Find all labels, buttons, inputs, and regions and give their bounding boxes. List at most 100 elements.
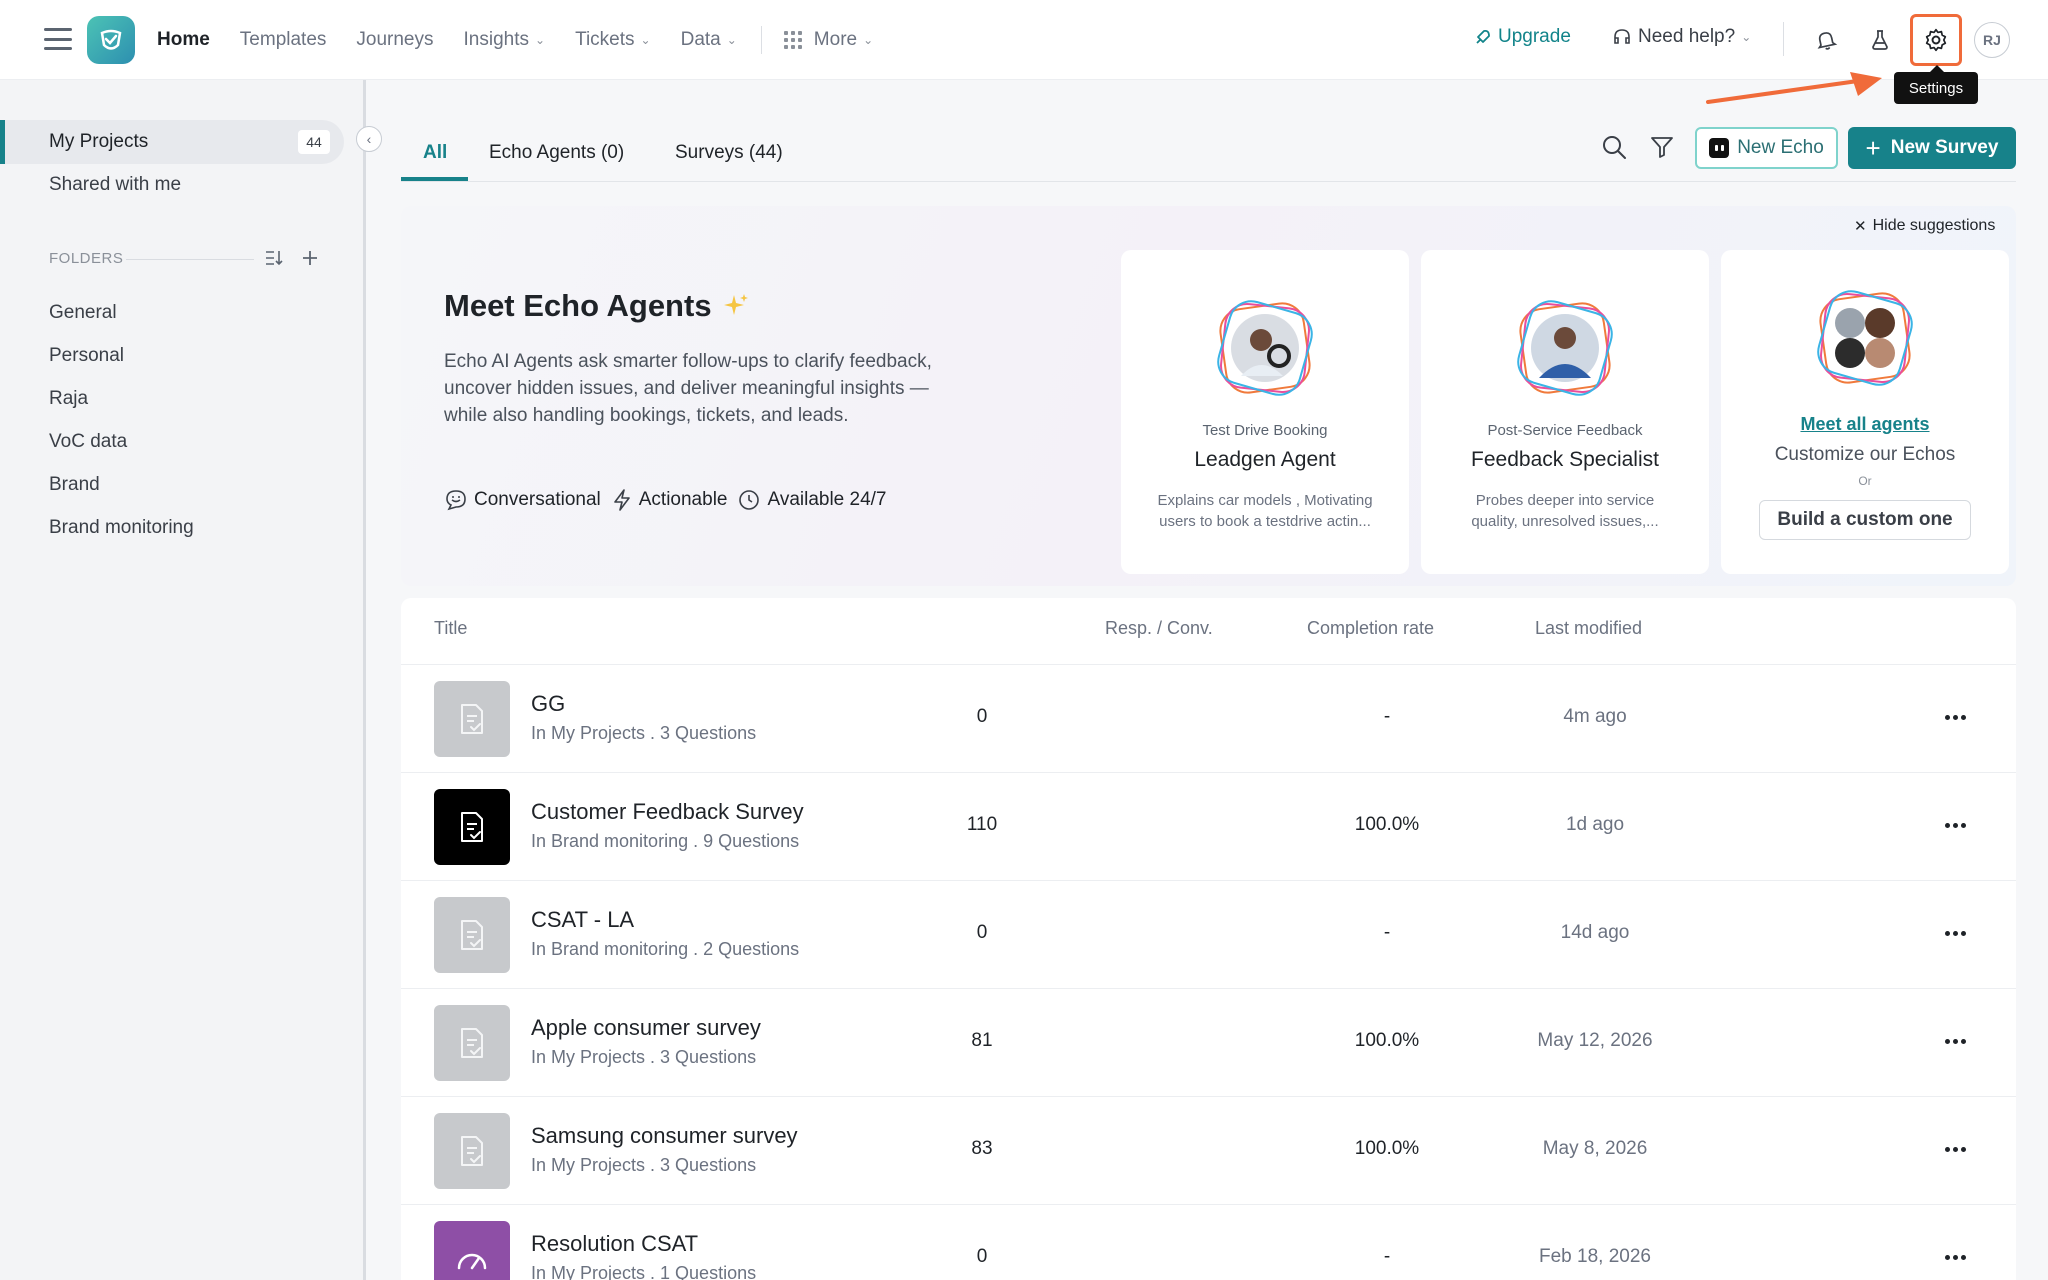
folder-brand-monitoring[interactable]: Brand monitoring	[49, 517, 194, 539]
agents-group-avatar	[1817, 290, 1913, 386]
table-row[interactable]: GG In My Projects . 3 Questions 0 - 4m a…	[401, 664, 2016, 772]
row-completion: 100.0%	[1354, 1138, 1420, 1159]
nav-home-label: Home	[157, 29, 210, 50]
tab-surveys[interactable]: Surveys (44)	[675, 142, 783, 164]
folders-divider	[126, 259, 254, 260]
headset-icon	[1614, 29, 1630, 44]
nav-more[interactable]: More ⌄	[783, 29, 873, 51]
search-icon[interactable]	[1597, 130, 1631, 164]
need-help-label: Need help?	[1638, 26, 1736, 47]
sort-icon[interactable]	[262, 246, 286, 270]
app-logo[interactable]	[87, 16, 135, 64]
build-custom-button[interactable]: Build a custom one	[1759, 500, 1971, 540]
agent-card-feedback[interactable]: Post-Service Feedback Feedback Specialis…	[1421, 250, 1709, 574]
nav-data[interactable]: Data ⌄	[681, 29, 737, 51]
agent-description: Explains car models , Motivating users t…	[1143, 490, 1387, 532]
row-subtitle: In My Projects . 1 Questions	[531, 1263, 757, 1280]
hamburger-menu-icon[interactable]	[44, 28, 72, 50]
agent-subtitle: Post-Service Feedback	[1487, 422, 1643, 439]
more-options-icon[interactable]	[1941, 1029, 1969, 1053]
table-row[interactable]: Customer Feedback Survey In Brand monito…	[401, 772, 2016, 880]
row-last-modified: 14d ago	[1560, 922, 1630, 943]
nav-journeys-label: Journeys	[356, 29, 434, 50]
agent-description-line: quality, unresolved issues,...	[1471, 513, 1659, 530]
meet-all-agents-link[interactable]: Meet all agents	[1721, 414, 2009, 435]
settings-button[interactable]	[1910, 14, 1962, 66]
chat-smile-icon	[446, 490, 466, 511]
column-header-title[interactable]: Title	[434, 618, 467, 639]
row-title[interactable]: Resolution CSAT	[531, 1231, 698, 1257]
document-check-icon	[461, 1028, 483, 1058]
agent-description-line: Explains car models , Motivating	[1157, 492, 1373, 509]
hide-suggestions-button[interactable]: ✕ Hide suggestions	[1854, 217, 1995, 235]
table-row[interactable]: Resolution CSAT In My Projects . 1 Quest…	[401, 1204, 2016, 1280]
customize-echos-text: Customize our Echos	[1774, 444, 1956, 465]
add-folder-icon[interactable]	[298, 246, 322, 270]
nav-data-label: Data	[680, 29, 721, 50]
row-subtitle: In My Projects . 3 Questions	[531, 1155, 757, 1175]
more-options-icon[interactable]	[1941, 921, 1969, 945]
folder-personal[interactable]: Personal	[49, 345, 124, 367]
chevron-down-icon: ⌄	[535, 33, 546, 47]
feature-conversational-label: Conversational	[474, 489, 601, 510]
row-title[interactable]: Samsung consumer survey	[531, 1123, 798, 1149]
row-responses: 81	[971, 1030, 993, 1051]
row-title[interactable]: CSAT - LA	[531, 907, 634, 933]
close-icon: ✕	[1854, 218, 1867, 235]
row-title[interactable]: Customer Feedback Survey	[531, 799, 804, 825]
row-responses: 0	[976, 706, 988, 727]
user-avatar[interactable]: RJ	[1974, 22, 2010, 58]
sidebar-item-shared[interactable]: Shared with me	[0, 163, 344, 207]
chevron-left-icon: ‹	[366, 131, 372, 147]
folder-raja[interactable]: Raja	[49, 388, 88, 410]
nav-more-label: More	[813, 29, 858, 50]
folder-voc-data[interactable]: VoC data	[49, 431, 127, 453]
projects-table: Title Resp. / Conv. Completion rate Last…	[401, 598, 2016, 1280]
new-survey-button[interactable]: + New Survey	[1848, 127, 2016, 169]
row-title[interactable]: GG	[531, 691, 565, 717]
table-row[interactable]: Samsung consumer survey In My Projects .…	[401, 1096, 2016, 1204]
folder-brand[interactable]: Brand	[49, 474, 100, 496]
filter-icon[interactable]	[1645, 130, 1679, 164]
column-header-modified[interactable]: Last modified	[1535, 618, 1642, 639]
nav-tickets[interactable]: Tickets ⌄	[575, 29, 651, 51]
feature-conversational: Conversational	[444, 488, 601, 512]
sidebar: My Projects 44 Shared with me FOLDERS Ge…	[0, 80, 366, 1280]
folder-general[interactable]: General	[49, 302, 117, 324]
row-title[interactable]: Apple consumer survey	[531, 1015, 761, 1041]
nav-home[interactable]: Home	[157, 29, 210, 51]
row-last-modified: 4m ago	[1563, 706, 1627, 727]
my-projects-label: My Projects	[49, 131, 149, 152]
chevron-down-icon: ⌄	[640, 33, 651, 47]
more-options-icon[interactable]	[1941, 1245, 1969, 1269]
collapse-sidebar-button[interactable]: ‹	[356, 126, 382, 152]
column-header-completion[interactable]: Completion rate	[1307, 618, 1434, 639]
nav-insights[interactable]: Insights ⌄	[464, 29, 546, 51]
agent-card-leadgen[interactable]: Test Drive Booking Leadgen Agent Explain…	[1121, 250, 1409, 574]
row-subtitle: In My Projects . 3 Questions	[531, 723, 757, 743]
need-help-menu[interactable]: Need help? ⌄	[1612, 26, 1751, 48]
column-header-responses[interactable]: Resp. / Conv.	[1105, 618, 1213, 639]
table-row[interactable]: CSAT - LA In Brand monitoring . 2 Questi…	[401, 880, 2016, 988]
lab-flask-icon[interactable]	[1862, 22, 1898, 58]
row-responses: 110	[966, 814, 998, 835]
leadgen-agent-avatar	[1217, 300, 1313, 396]
notifications-bell-icon[interactable]	[1808, 22, 1844, 58]
agent-card-meet-all: Meet all agents Customize our Echos Or B…	[1721, 250, 2009, 574]
table-row[interactable]: Apple consumer survey In My Projects . 3…	[401, 988, 2016, 1096]
survey-thumbnail	[434, 681, 510, 757]
chevron-down-icon: ⌄	[1741, 30, 1752, 44]
new-echo-button[interactable]: New Echo	[1695, 127, 1838, 169]
upgrade-link[interactable]: Upgrade	[1474, 26, 1571, 48]
tab-all[interactable]: All	[423, 142, 447, 164]
nav-journeys[interactable]: Journeys	[356, 29, 433, 51]
agent-name: Leadgen Agent	[1194, 448, 1336, 471]
sidebar-item-my-projects[interactable]: My Projects 44	[0, 120, 344, 164]
plus-icon: +	[1865, 133, 1881, 163]
nav-templates[interactable]: Templates	[240, 29, 327, 51]
more-options-icon[interactable]	[1941, 813, 1969, 837]
more-options-icon[interactable]	[1941, 1137, 1969, 1161]
more-options-icon[interactable]	[1941, 705, 1969, 729]
row-completion: 100.0%	[1354, 814, 1420, 835]
tab-echo-agents[interactable]: Echo Agents (0)	[489, 142, 624, 164]
